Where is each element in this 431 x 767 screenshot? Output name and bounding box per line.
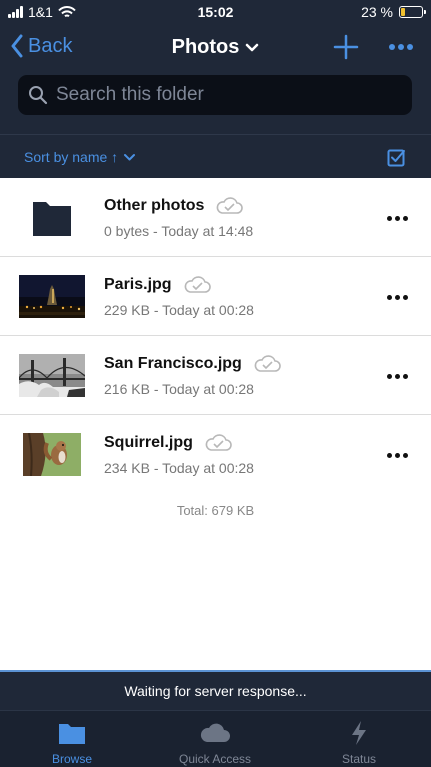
- list-item[interactable]: Squirrel.jpg 234 KB - Today at 00:28: [0, 415, 431, 494]
- item-more-button[interactable]: [384, 287, 410, 307]
- image-thumbnail: [23, 433, 81, 476]
- cloud-icon: [200, 723, 230, 742]
- battery-percent: 23 %: [361, 4, 393, 20]
- file-name: San Francisco.jpg: [104, 355, 242, 372]
- item-more-button[interactable]: [384, 445, 410, 465]
- tab-browse[interactable]: Browse: [0, 711, 144, 767]
- lightning-icon: [352, 721, 366, 745]
- cloud-check-icon: [254, 355, 281, 372]
- battery-group: 23 %: [361, 4, 426, 20]
- sort-bar: Sort by name ↑: [0, 134, 431, 178]
- navigation-header: Back Photos: [0, 24, 431, 134]
- list-item[interactable]: Paris.jpg 229 KB - Today at 00:28: [0, 257, 431, 336]
- item-more-button[interactable]: [384, 208, 410, 228]
- search-input[interactable]: [56, 84, 386, 106]
- file-meta: 216 KB - Today at 00:28: [104, 381, 254, 397]
- select-mode-button[interactable]: [387, 148, 406, 167]
- list-item[interactable]: Other photos 0 bytes - Today at 14:48: [0, 178, 431, 257]
- tab-label: Status: [341, 752, 377, 766]
- tab-label: Quick Access: [178, 752, 252, 766]
- folder-title-button[interactable]: Photos: [172, 36, 260, 59]
- cloud-check-icon: [217, 197, 244, 214]
- add-button[interactable]: [333, 34, 359, 60]
- file-name: Paris.jpg: [104, 276, 172, 293]
- file-list: Other photos 0 bytes - Today at 14:48 Pa…: [0, 178, 431, 494]
- tab-quick-access[interactable]: Quick Access: [143, 711, 287, 767]
- title-container: Photos: [0, 36, 431, 59]
- sort-button[interactable]: Sort by name ↑: [24, 149, 136, 165]
- folder-icon: [59, 724, 85, 744]
- search-icon: [29, 86, 48, 105]
- file-meta: 229 KB - Today at 00:28: [104, 302, 254, 318]
- status-bar: 1&1 15:02 23 %: [0, 0, 431, 24]
- tab-status[interactable]: Status: [287, 711, 431, 767]
- cloud-check-icon: [205, 434, 232, 451]
- page-title: Photos: [171, 36, 240, 58]
- cloud-check-icon: [184, 276, 211, 293]
- image-thumbnail: [19, 354, 85, 397]
- chevron-down-icon: [246, 43, 259, 51]
- chevron-down-icon: [124, 153, 136, 160]
- tab-label: Browse: [51, 752, 92, 766]
- image-thumbnail: [19, 275, 85, 318]
- battery-icon: [399, 6, 426, 18]
- folder-total: Total: 679 KB: [176, 503, 255, 518]
- folder-icon: [33, 202, 71, 236]
- file-meta: 0 bytes - Today at 14:48: [104, 223, 254, 239]
- status-message: Waiting for server response...: [0, 672, 431, 710]
- sort-label: Sort by name ↑: [24, 149, 119, 165]
- list-item[interactable]: San Francisco.jpg 216 KB - Today at 00:2…: [0, 336, 431, 415]
- more-options-button[interactable]: [388, 36, 414, 58]
- tab-bar: Browse Quick Access Status: [0, 710, 431, 767]
- file-meta: 234 KB - Today at 00:28: [104, 460, 254, 476]
- item-more-button[interactable]: [384, 366, 410, 386]
- search-field[interactable]: [18, 75, 412, 115]
- file-name: Squirrel.jpg: [104, 434, 193, 451]
- file-name: Other photos: [104, 197, 205, 214]
